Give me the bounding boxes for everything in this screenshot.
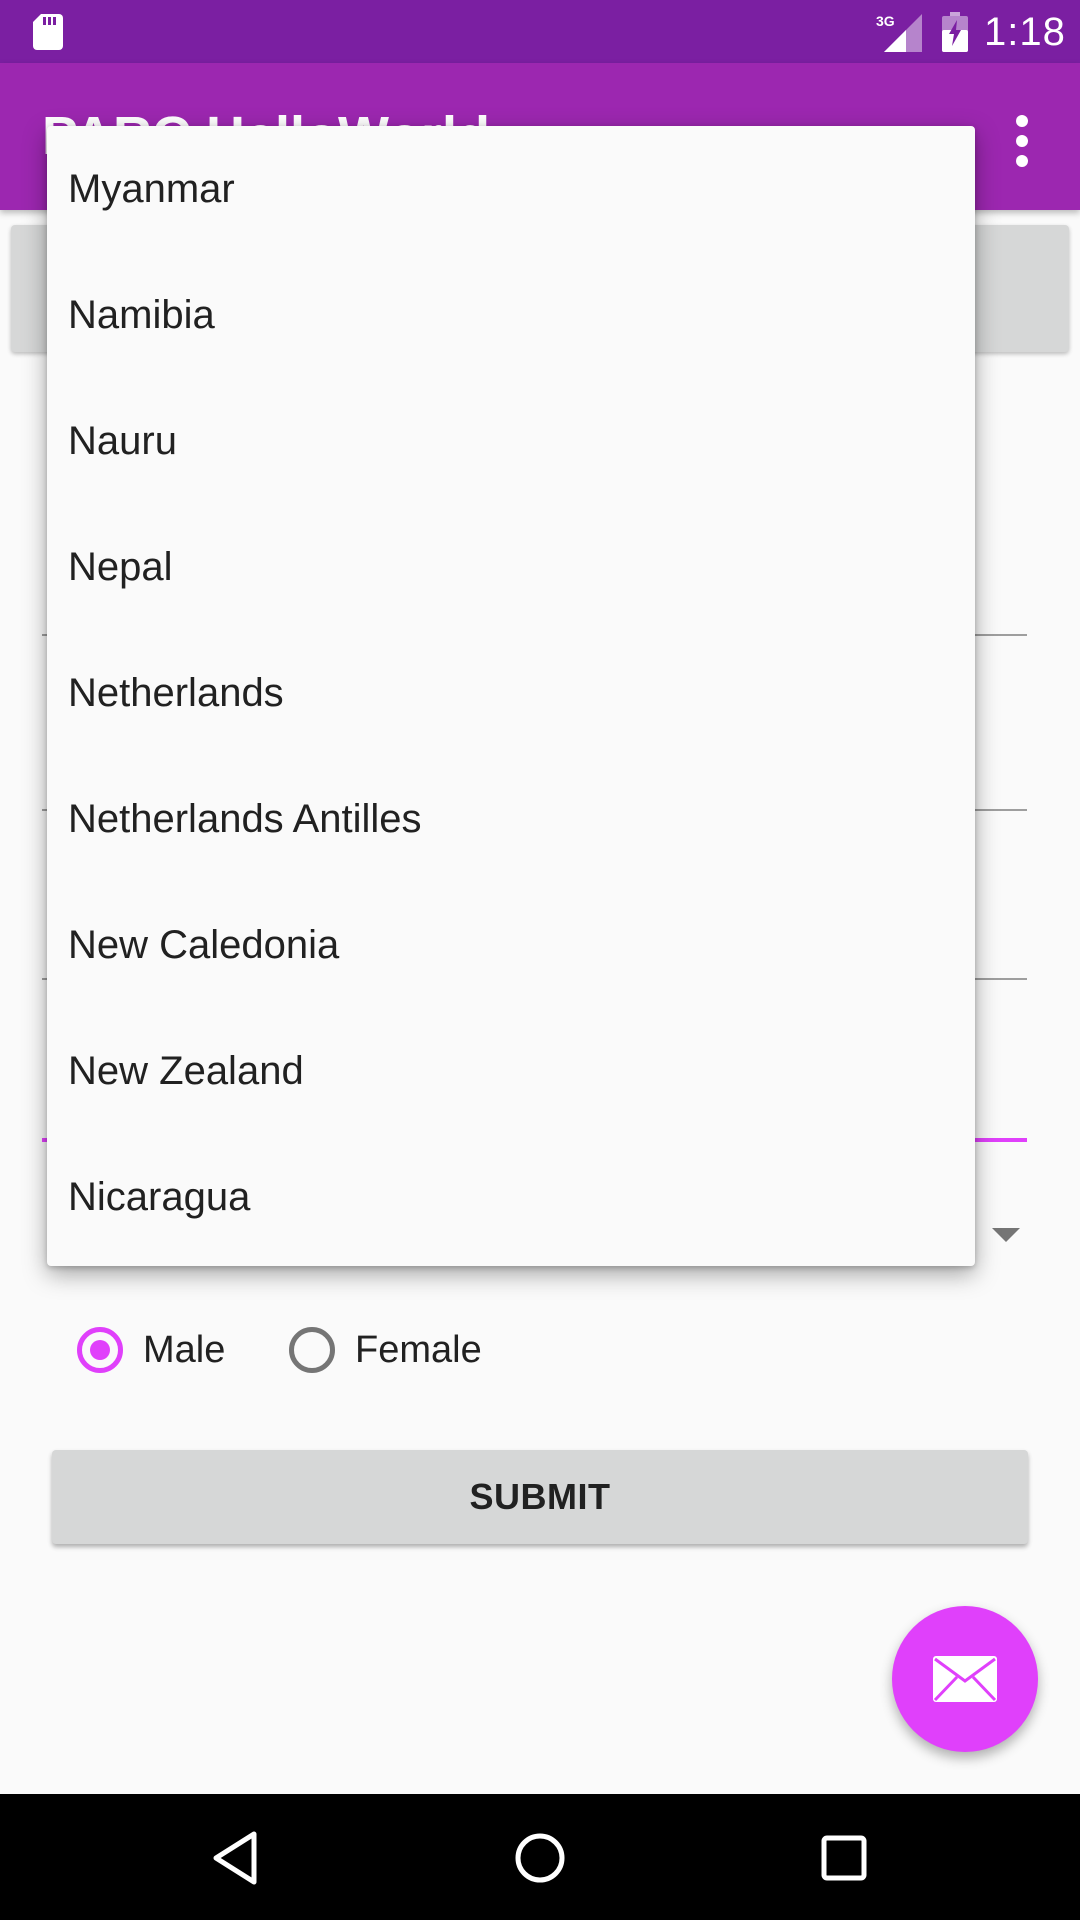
dropdown-item[interactable]: Nauru [47, 378, 975, 504]
dropdown-item[interactable]: Nicaragua [47, 1134, 975, 1260]
country-dropdown-list[interactable]: Myanmar Namibia Nauru Nepal Netherlands … [47, 126, 975, 1266]
home-icon[interactable] [510, 1828, 570, 1888]
back-icon[interactable] [206, 1828, 266, 1888]
signal-3g-icon: 3G [876, 13, 922, 52]
dropdown-item[interactable]: New Caledonia [47, 882, 975, 1008]
dropdown-item[interactable]: Myanmar [47, 126, 975, 252]
dropdown-item[interactable]: Netherlands Antilles [47, 756, 975, 882]
status-clock: 1:18 [984, 10, 1066, 54]
dropdown-item[interactable]: Nepal [47, 504, 975, 630]
recents-icon[interactable] [814, 1828, 874, 1888]
svg-text:3G: 3G [876, 13, 895, 29]
radio-male[interactable]: Male [77, 1322, 225, 1378]
status-bar: 3G 1:18 [0, 0, 1080, 63]
radio-unchecked-icon [289, 1327, 335, 1373]
radio-female[interactable]: Female [289, 1322, 482, 1378]
navigation-bar [0, 1794, 1080, 1920]
dropdown-item[interactable]: Netherlands [47, 630, 975, 756]
mail-fab-button[interactable] [892, 1606, 1038, 1752]
dropdown-item[interactable]: New Zealand [47, 1008, 975, 1134]
spinner-dropdown-arrow-icon[interactable] [992, 1228, 1020, 1242]
more-vert-icon[interactable] [1008, 113, 1036, 169]
mail-icon [933, 1656, 997, 1702]
radio-checked-icon [77, 1327, 123, 1373]
submit-button[interactable]: SUBMIT [52, 1450, 1028, 1544]
radio-female-label: Female [355, 1328, 482, 1371]
sd-card-icon [33, 14, 63, 50]
dropdown-item[interactable]: Namibia [47, 252, 975, 378]
battery-charging-icon [942, 12, 968, 52]
radio-male-label: Male [143, 1328, 226, 1371]
